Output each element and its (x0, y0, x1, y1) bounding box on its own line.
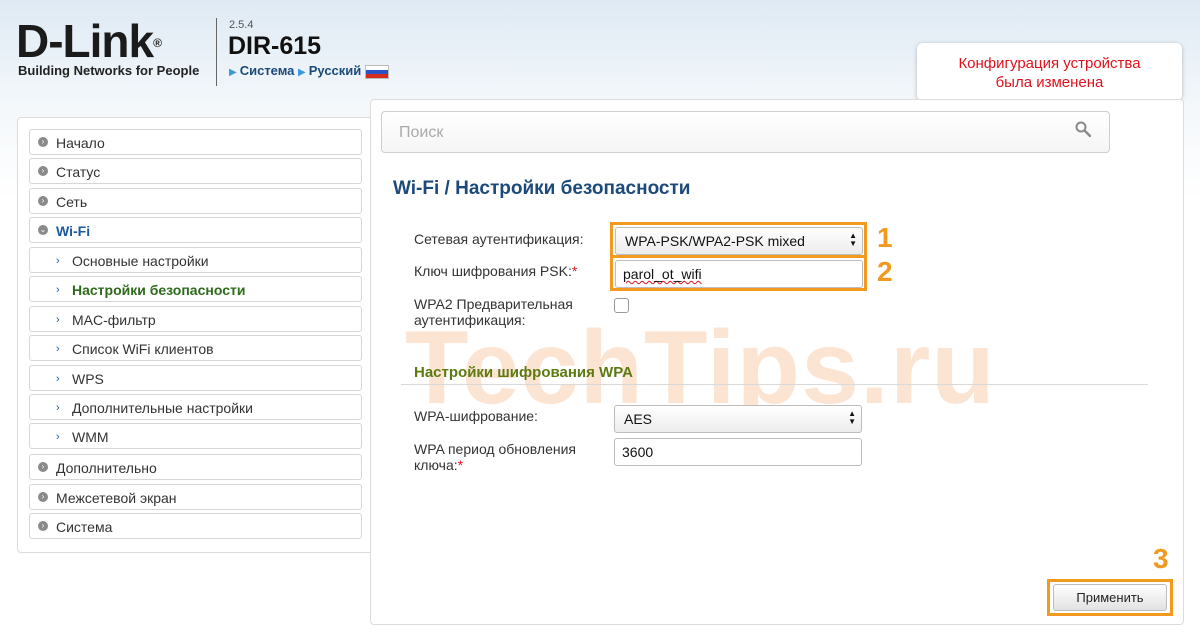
highlight-box-2 (610, 255, 867, 291)
sidebar-item-wps[interactable]: › WPS (29, 365, 362, 391)
chevron-right-icon: › (38, 166, 48, 176)
cipher-label: WPA-шифрование: (414, 408, 538, 424)
sidebar-item-firewall[interactable]: › Межсетевой экран (29, 484, 362, 510)
firmware-version: 2.5.4 (229, 19, 254, 31)
sidebar-item-security-settings[interactable]: › Настройки безопасности (29, 276, 362, 302)
device-model: DIR-615 (228, 32, 322, 60)
auth-label: Сетевая аутентификация: (414, 231, 584, 247)
sidebar-item-network[interactable]: › Сеть (29, 188, 362, 214)
section-divider (401, 384, 1148, 385)
sidebar-menu: › Начало › Статус › Сеть ⌄ Wi-Fi › Основные н… (17, 117, 374, 553)
header-divider (216, 18, 217, 86)
cipher-select[interactable]: AES ▲ ▼ (614, 405, 862, 433)
chevron-right-icon: › (56, 402, 60, 414)
notification-line-2: была изменена (995, 74, 1104, 91)
chevron-right-icon: › (38, 137, 48, 147)
sidebar-item-wmm[interactable]: › WMM (29, 423, 362, 449)
annotation-number-1: 1 (877, 222, 893, 253)
period-input-value: 3600 (622, 444, 654, 460)
required-mark: * (571, 263, 578, 279)
annotation-number-3: 3 (1153, 543, 1169, 574)
preauth-checkbox[interactable] (614, 298, 629, 313)
psk-label: Ключ шифрования PSK:* (414, 263, 578, 279)
sidebar-item-advanced-wifi[interactable]: › Дополнительные настройки (29, 394, 362, 420)
chevron-right-icon: › (38, 521, 48, 531)
header-breadcrumb: ▶ Система ▶ Русский (229, 63, 390, 79)
sidebar-item-status[interactable]: › Статус (29, 158, 362, 184)
search-icon[interactable] (1075, 121, 1091, 137)
notification-line-1: Конфигурация устройства (958, 55, 1141, 72)
config-changed-notification[interactable]: Конфигурация устройства была изменена (917, 43, 1182, 101)
logo-tagline: Building Networks for People (18, 63, 200, 78)
search-placeholder: Поиск (399, 124, 444, 141)
chevron-right-icon: › (56, 373, 60, 385)
period-input[interactable]: 3600 (614, 438, 862, 466)
highlight-box-1 (610, 222, 867, 258)
breadcrumb-system-link[interactable]: Система (240, 63, 295, 78)
preauth-label: WPA2 Предварительная аутентификация: (414, 296, 573, 328)
chevron-right-icon: › (56, 255, 60, 267)
russia-flag-icon[interactable] (365, 64, 390, 79)
chevron-right-icon: › (38, 196, 48, 206)
sidebar-item-wifi-clients[interactable]: › Список WiFi клиентов (29, 335, 362, 361)
chevron-right-icon: › (38, 492, 48, 502)
wpa-section-title: Настройки шифрования WPA (414, 364, 633, 381)
sidebar-item-basic-settings[interactable]: › Основные настройки (29, 247, 362, 273)
apply-button[interactable]: Применить (1053, 584, 1167, 611)
sidebar-item-system[interactable]: › Система (29, 513, 362, 539)
breadcrumb-arrow-icon: ▶ (298, 67, 306, 78)
sidebar-item-wifi[interactable]: ⌄ Wi-Fi (29, 217, 362, 243)
chevron-right-icon: › (56, 343, 60, 355)
sidebar-item-home[interactable]: › Начало (29, 129, 362, 155)
language-selector[interactable]: Русский (309, 63, 362, 78)
search-field[interactable]: Поиск (381, 111, 1110, 153)
chevron-down-icon: ⌄ (38, 225, 48, 235)
chevron-right-icon: › (56, 284, 60, 296)
chevron-right-icon: › (38, 462, 48, 472)
annotation-number-2: 2 (877, 256, 893, 287)
chevron-right-icon: › (56, 314, 60, 326)
chevron-right-icon: › (56, 431, 60, 443)
breadcrumb-arrow-icon: ▶ (229, 67, 237, 78)
dlink-logo: D-Link® (16, 15, 162, 67)
page-title: Wi-Fi / Настройки безопасности (393, 178, 691, 199)
sidebar-item-mac-filter[interactable]: › MAC-фильтр (29, 306, 362, 332)
period-label: WPA период обновления ключа:* (414, 441, 577, 473)
sidebar-item-advanced[interactable]: › Дополнительно (29, 454, 362, 480)
required-mark: * (457, 457, 464, 473)
select-arrows-icon: ▲ ▼ (848, 409, 856, 426)
cipher-select-value: AES (624, 411, 653, 427)
